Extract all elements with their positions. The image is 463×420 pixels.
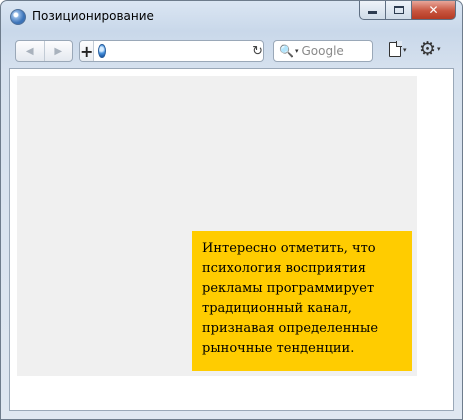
browser-window: Позиционирование ✕ ◀ ▶ + ↻ 🔍 ▾ Google ▾ …: [0, 0, 463, 420]
url-input[interactable]: [106, 42, 253, 60]
add-bookmark-button[interactable]: +: [80, 41, 95, 61]
search-icon[interactable]: 🔍: [279, 44, 294, 58]
back-button[interactable]: ◀: [16, 41, 44, 61]
reload-button[interactable]: ↻: [252, 44, 263, 59]
navigation-group: ◀ ▶: [15, 40, 73, 62]
page-menu-button[interactable]: ▾: [389, 41, 407, 57]
address-bar: + ↻: [79, 40, 264, 62]
chevron-down-icon: ▾: [437, 45, 441, 53]
page-icon: [389, 41, 402, 57]
forward-arrow-icon: ▶: [54, 45, 63, 57]
gear-icon: ⚙: [419, 38, 437, 60]
back-arrow-icon: ◀: [25, 45, 34, 57]
settings-menu-button[interactable]: ⚙ ▾: [419, 39, 441, 59]
close-icon: ✕: [428, 3, 439, 17]
maximize-button[interactable]: [386, 1, 412, 20]
window-title: Позиционирование: [32, 9, 154, 23]
plus-icon: +: [80, 41, 94, 61]
search-bar: 🔍 ▾: [273, 40, 452, 62]
title-bar[interactable]: Позиционирование ✕: [1, 1, 462, 31]
window-controls: ✕: [359, 1, 456, 21]
minimize-button[interactable]: [359, 1, 386, 20]
forward-button[interactable]: ▶: [43, 41, 73, 61]
minimize-icon: [368, 11, 377, 14]
browser-globe-icon: [10, 9, 26, 25]
site-globe-icon: [98, 44, 107, 58]
page-viewport: Интересно отметить, что психология воспр…: [9, 68, 454, 411]
positioned-text-block: Интересно отметить, что психология воспр…: [192, 231, 412, 371]
close-button[interactable]: ✕: [412, 1, 456, 20]
maximize-icon: [393, 6, 404, 14]
chevron-down-icon: ▾: [403, 45, 407, 54]
toolbar: ◀ ▶ + ↻ 🔍 ▾ ▾ ⚙ ▾: [1, 37, 462, 67]
